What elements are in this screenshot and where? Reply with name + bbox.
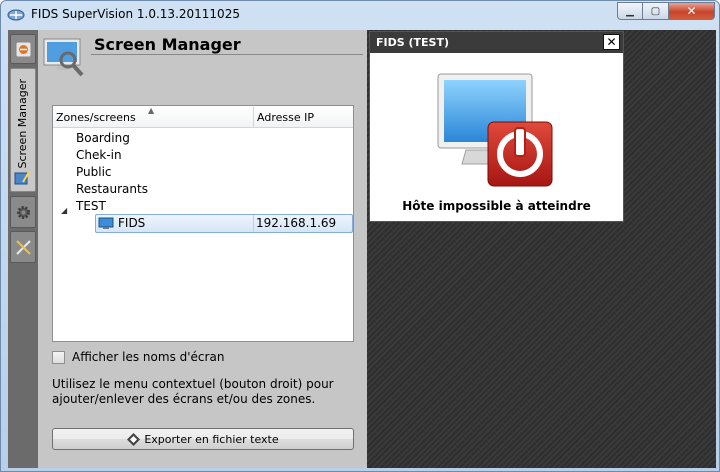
window-title: FIDS SuperVision 1.0.13.20111025 xyxy=(31,7,240,21)
show-names-checkbox[interactable] xyxy=(52,350,65,364)
monitor-offline-icon xyxy=(437,73,553,187)
side-toolbar: Screen Manager xyxy=(8,30,38,468)
popup-header[interactable]: FIDS (TEST) ✕ xyxy=(370,32,623,53)
gear-icon xyxy=(17,206,30,219)
show-names-option[interactable]: Afficher les noms d'écran xyxy=(52,350,224,364)
side-tab-settings[interactable] xyxy=(10,196,36,228)
screen-status-popup[interactable]: FIDS (TEST) ✕ Hôte impossible à atteindr… xyxy=(369,31,624,222)
popup-close-button[interactable]: ✕ xyxy=(603,34,620,50)
screen-manager-panel: Screen Manager ▲ Zones/screens Adresse I… xyxy=(38,30,367,468)
side-tab-tools[interactable] xyxy=(10,231,36,263)
export-text-button[interactable]: Exporter en fichier texte xyxy=(52,428,354,450)
maximize-button[interactable]: ▢ xyxy=(643,2,669,20)
export-icon xyxy=(127,432,141,446)
help-line-1: Utilisez le menu contextuel (bouton droi… xyxy=(52,377,334,391)
side-tab-home[interactable] xyxy=(10,34,36,64)
monitor-icon xyxy=(98,217,114,229)
help-line-2: ajouter/enlever des écrans et/ou des zon… xyxy=(52,392,316,406)
window-controls: ▁ ▢ ✕ xyxy=(617,2,715,20)
tree-item-test[interactable]: TEST xyxy=(76,198,106,215)
close-icon: ✕ xyxy=(606,35,617,49)
export-label: Exporter en fichier texte xyxy=(144,432,279,446)
minimize-button[interactable]: ▁ xyxy=(617,2,643,20)
tree-item-public[interactable]: Public xyxy=(76,164,112,181)
tree-header: ▲ Zones/screens Adresse IP xyxy=(53,106,353,128)
close-button[interactable]: ✕ xyxy=(669,2,715,20)
sort-ascending-icon: ▲ xyxy=(148,106,155,115)
tools-icon xyxy=(16,240,31,255)
maximize-icon: ▢ xyxy=(650,5,661,17)
screen-manager-logo-icon xyxy=(43,38,84,77)
tree-item-chek-in[interactable]: Chek-in xyxy=(76,147,122,164)
minimize-icon: ▁ xyxy=(626,5,634,17)
help-text: Utilisez le menu contextuel (bouton droi… xyxy=(52,377,352,407)
panel-title: Screen Manager xyxy=(94,35,241,54)
popup-message: Hôte impossible à atteindre xyxy=(402,199,591,213)
close-icon: ✕ xyxy=(686,4,697,18)
edit-screen-icon xyxy=(14,171,30,185)
expand-arrow-icon[interactable]: ◢ xyxy=(61,206,67,215)
column-separator[interactable] xyxy=(253,107,254,127)
row-column-separator xyxy=(253,215,254,232)
title-divider xyxy=(91,54,363,55)
tree-item-restaurants[interactable]: Restaurants xyxy=(76,181,148,198)
side-tab-editor[interactable] xyxy=(10,165,36,193)
tree-item-boarding[interactable]: Boarding xyxy=(76,130,130,147)
title-bar[interactable]: FIDS SuperVision 1.0.13.20111025 ▁ ▢ ✕ xyxy=(1,1,719,29)
screen-ip: 192.168.1.69 xyxy=(256,216,337,230)
column-header-ip[interactable]: Adresse IP xyxy=(257,111,314,124)
app-logo-icon xyxy=(7,9,25,21)
home-app-icon xyxy=(15,41,32,58)
tree-item-fids-selected[interactable]: FIDS 192.168.1.69 xyxy=(95,214,353,233)
screen-name: FIDS xyxy=(118,216,146,230)
app-window: FIDS SuperVision 1.0.13.20111025 ▁ ▢ ✕ S… xyxy=(0,0,720,472)
popup-title: FIDS (TEST) xyxy=(376,36,449,49)
column-header-zones[interactable]: Zones/screens xyxy=(56,111,136,124)
screen-manager-tab-label: Screen Manager xyxy=(16,79,29,169)
show-names-label: Afficher les noms d'écran xyxy=(72,350,225,364)
zones-tree[interactable]: ▲ Zones/screens Adresse IP Boarding Chek… xyxy=(52,105,354,342)
